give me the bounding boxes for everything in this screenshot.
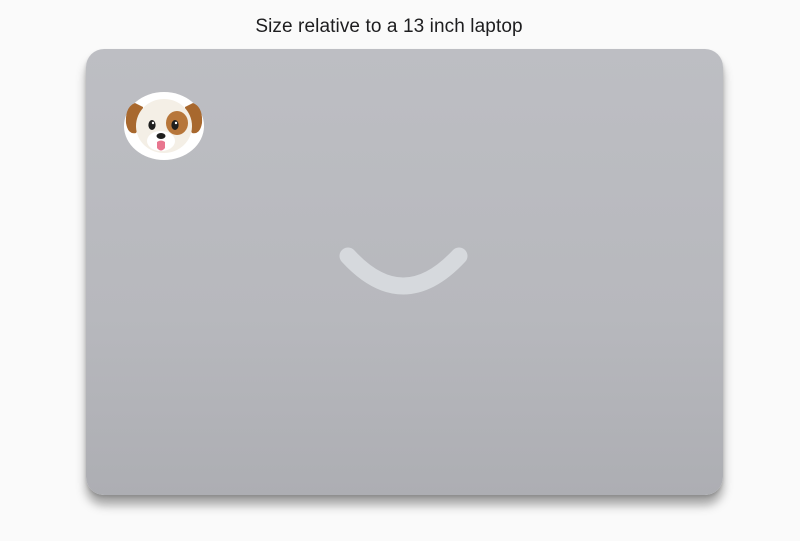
smile-logo-icon (339, 247, 468, 295)
laptop-lid (86, 49, 723, 495)
preview-canvas: Size relative to a 13 inch laptop (0, 0, 800, 541)
size-caption: Size relative to a 13 inch laptop (255, 16, 523, 37)
dog-face-icon[interactable] (123, 89, 205, 161)
